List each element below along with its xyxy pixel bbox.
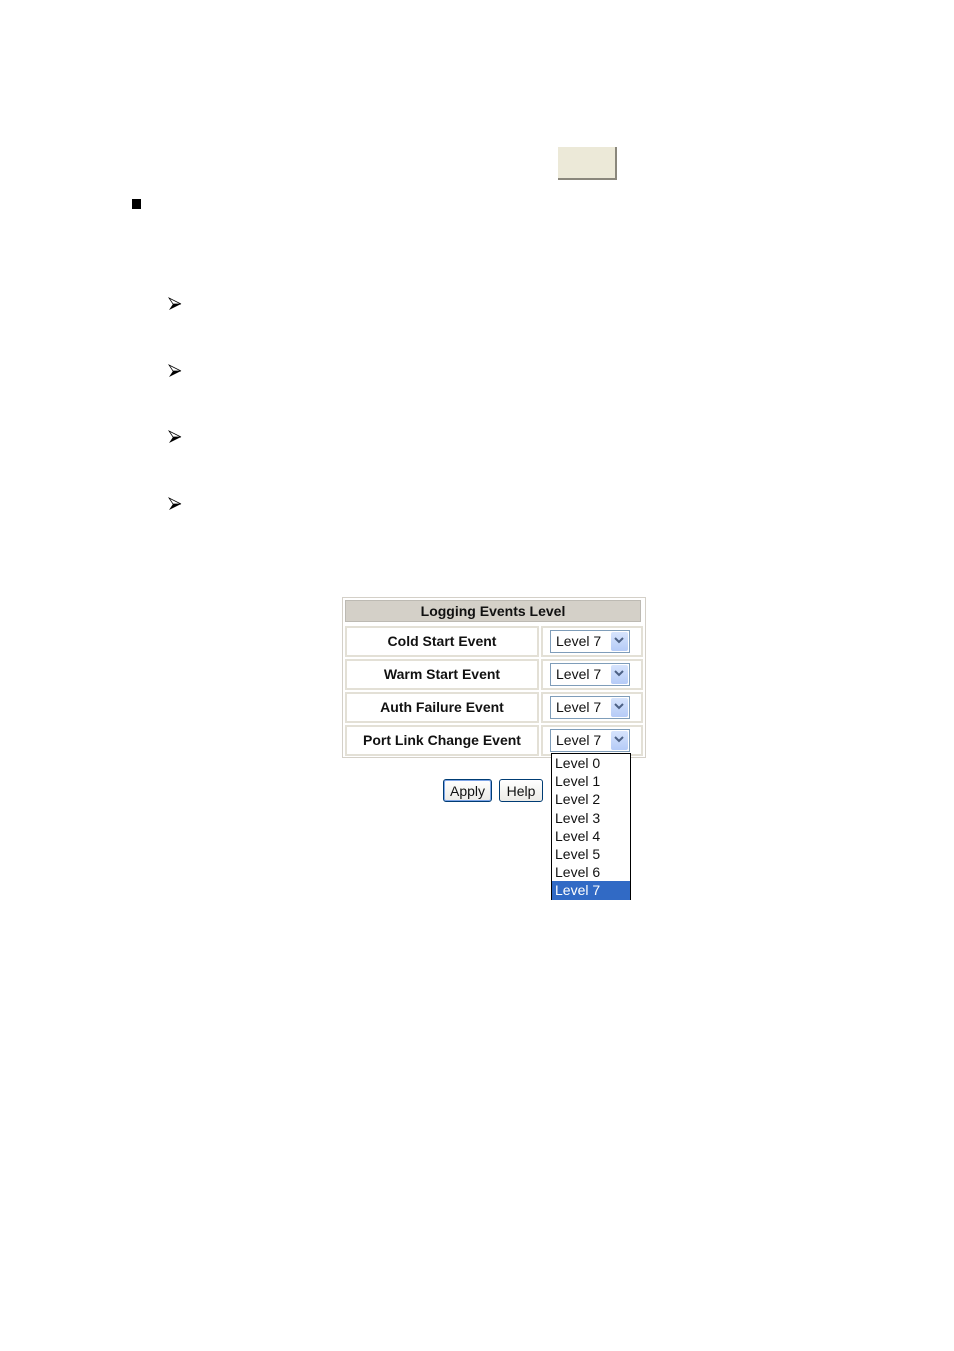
arrow-bullet-icon [168, 364, 182, 377]
blank-button[interactable] [558, 147, 617, 180]
auth-failure-level-select[interactable]: Level 7 [550, 696, 630, 719]
warm-start-level-select[interactable]: Level 7 [550, 663, 630, 686]
level-cell: Level 7 [541, 659, 643, 690]
event-label: Auth Failure Event [345, 692, 539, 723]
select-value: Level 7 [556, 732, 602, 748]
select-value: Level 7 [556, 666, 602, 682]
table-row: Cold Start Event Level 7 [345, 626, 643, 657]
chevron-down-icon[interactable] [611, 632, 628, 651]
chevron-down-icon[interactable] [611, 731, 628, 750]
dropdown-option-selected[interactable]: Level 7 [552, 881, 630, 900]
table-row: Auth Failure Event Level 7 [345, 692, 643, 723]
select-value: Level 7 [556, 699, 602, 715]
apply-button[interactable]: Apply [443, 779, 492, 802]
dropdown-option[interactable]: Level 5 [552, 845, 630, 863]
event-label: Port Link Change Event [345, 725, 539, 756]
level-cell: Level 7 [541, 725, 643, 756]
logging-events-table: Logging Events Level Cold Start Event Le… [342, 597, 646, 758]
square-bullet-icon [132, 199, 141, 209]
cold-start-level-select[interactable]: Level 7 [550, 630, 630, 653]
dropdown-option[interactable]: Level 3 [552, 809, 630, 827]
table-title: Logging Events Level [345, 600, 641, 622]
chevron-down-icon[interactable] [611, 665, 628, 684]
level-cell: Level 7 [541, 692, 643, 723]
dropdown-option[interactable]: Level 1 [552, 772, 630, 790]
arrow-bullet-icon [168, 297, 182, 310]
table-row: Port Link Change Event Level 7 [345, 725, 643, 756]
event-label: Warm Start Event [345, 659, 539, 690]
port-link-change-level-select[interactable]: Level 7 [550, 729, 630, 752]
event-label: Cold Start Event [345, 626, 539, 657]
arrow-bullet-icon [168, 497, 182, 510]
dropdown-option[interactable]: Level 0 [552, 754, 630, 772]
chevron-down-icon[interactable] [611, 698, 628, 717]
dropdown-option[interactable]: Level 6 [552, 863, 630, 881]
level-cell: Level 7 [541, 626, 643, 657]
arrow-bullet-icon [168, 430, 182, 443]
select-value: Level 7 [556, 633, 602, 649]
table-row: Warm Start Event Level 7 [345, 659, 643, 690]
dropdown-option[interactable]: Level 2 [552, 790, 630, 808]
dropdown-option[interactable]: Level 4 [552, 827, 630, 845]
help-button[interactable]: Help [499, 779, 543, 802]
level-dropdown-list[interactable]: Level 0 Level 1 Level 2 Level 3 Level 4 … [551, 753, 631, 900]
